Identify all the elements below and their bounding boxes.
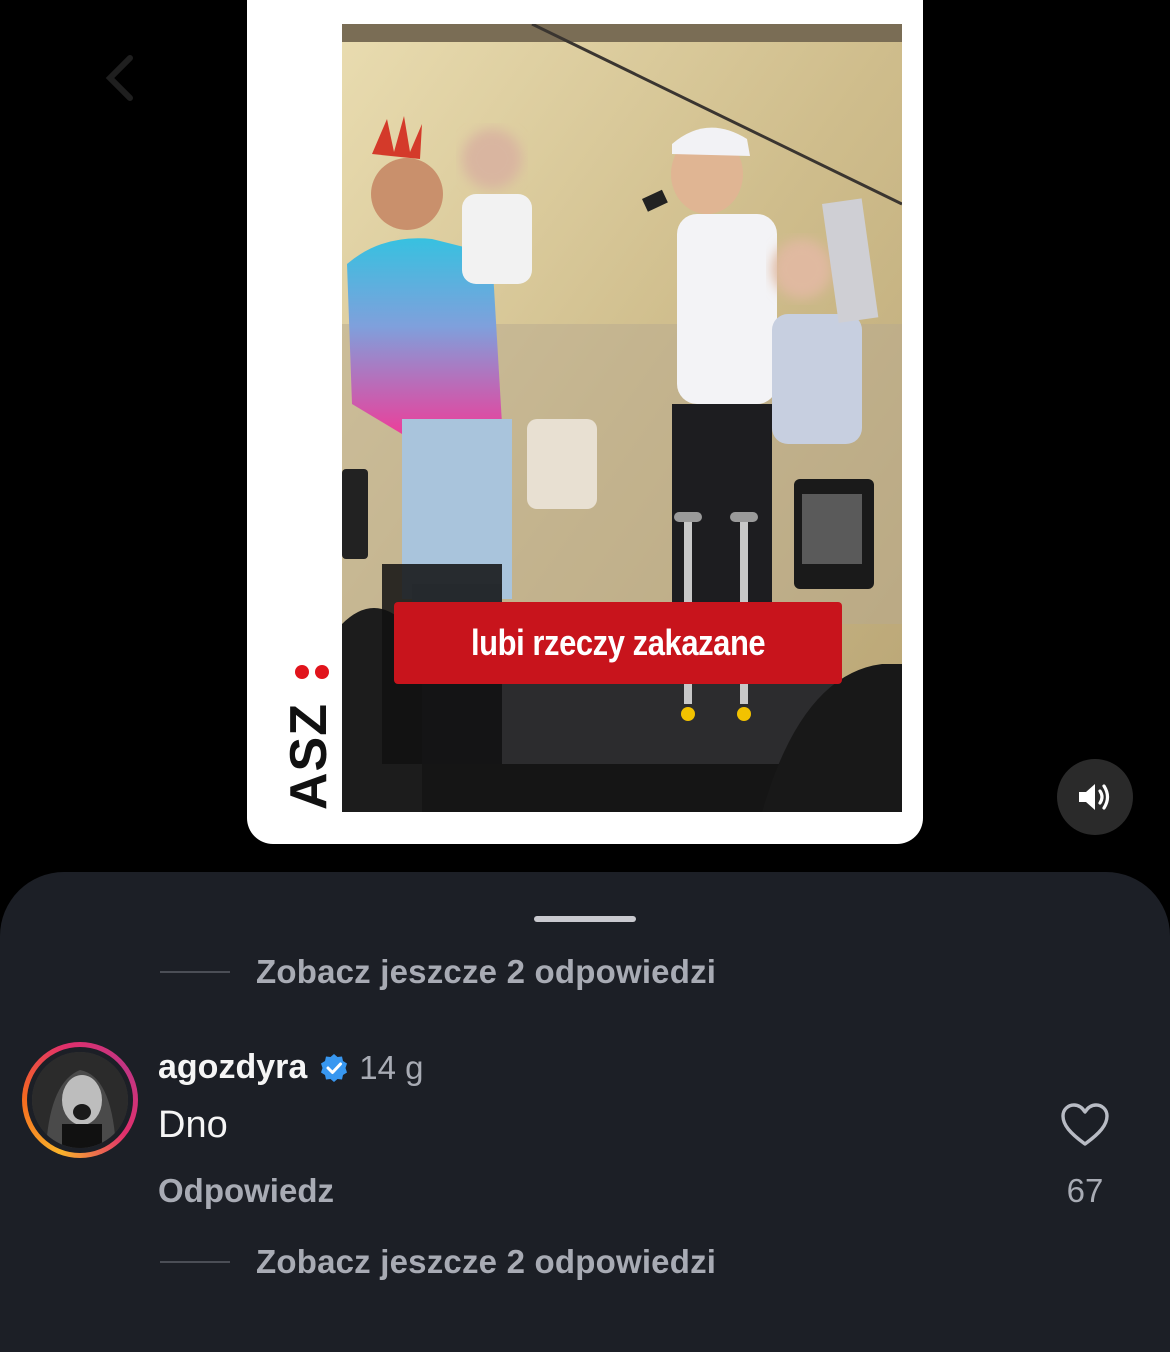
reply-button[interactable]: Odpowiedz [158, 1172, 334, 1210]
video-still-image [342, 24, 902, 812]
like-heart-icon[interactable] [1060, 1102, 1110, 1148]
avatar-story-ring[interactable] [22, 1042, 138, 1158]
video-caption-overlay: lubi rzeczy zakazane [394, 602, 842, 684]
comment-header: agozdyra 14 g [158, 1048, 424, 1087]
video-caption-text: lubi rzeczy zakazane [470, 622, 766, 663]
back-arrow-icon[interactable] [92, 48, 152, 108]
comment-username[interactable]: agozdyra [158, 1048, 307, 1087]
replies-divider-line [160, 971, 230, 973]
verified-badge-icon [321, 1053, 348, 1082]
speaker-on-icon [1079, 784, 1110, 810]
comment-timestamp: 14 g [359, 1048, 424, 1086]
brand-logo-dots [295, 662, 331, 682]
comment-body: Dno [158, 1104, 228, 1146]
sound-toggle-button[interactable] [1057, 759, 1133, 835]
view-more-replies-label[interactable]: Zobacz jeszcze 2 odpowiedzi [256, 953, 716, 991]
view-more-replies-top[interactable]: Zobacz jeszcze 2 odpowiedzi [160, 952, 716, 992]
sheet-drag-handle[interactable] [534, 916, 636, 922]
view-more-replies-label[interactable]: Zobacz jeszcze 2 odpowiedzi [256, 1243, 716, 1281]
like-count: 67 [1066, 1172, 1104, 1209]
video-post-card[interactable]: lubi rzeczy zakazane ASZ [247, 0, 923, 844]
view-more-replies-bottom[interactable]: Zobacz jeszcze 2 odpowiedzi [160, 1242, 716, 1282]
avatar[interactable] [32, 1052, 128, 1148]
brand-logo: ASZ [280, 703, 338, 810]
comments-sheet: Zobacz jeszcze 2 odpowiedzi agozdyra 14 … [0, 872, 1170, 1352]
replies-divider-line [160, 1261, 230, 1263]
video-frame[interactable] [342, 24, 902, 812]
